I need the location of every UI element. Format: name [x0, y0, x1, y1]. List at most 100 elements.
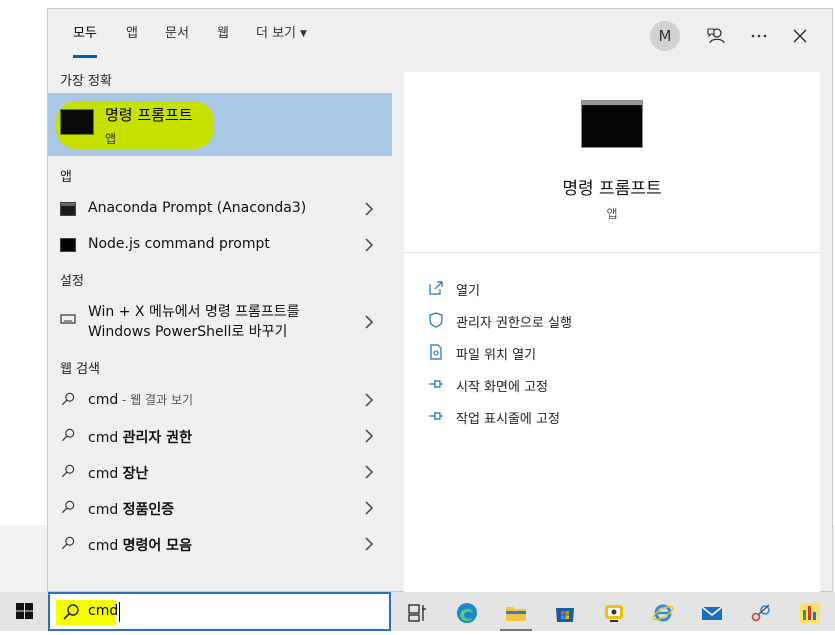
tab-apps[interactable]: 앱	[126, 23, 138, 49]
edge-button[interactable]	[445, 595, 489, 628]
tab-more-label: 더 보기	[256, 26, 297, 41]
task-view-button[interactable]	[396, 595, 440, 628]
feedback-icon[interactable]	[703, 23, 729, 49]
chevron-down-icon: ▼	[300, 29, 307, 39]
search-input[interactable]: cmd	[88, 603, 118, 619]
search-icon	[61, 428, 75, 442]
tab-documents[interactable]: 문서	[165, 23, 189, 49]
mail-button[interactable]	[690, 595, 734, 628]
command-prompt-icon	[581, 100, 643, 148]
mail-icon	[701, 606, 723, 620]
web-query: cmd	[88, 466, 123, 482]
chevron-right-icon[interactable]	[364, 315, 374, 329]
edge-icon	[457, 603, 477, 623]
task-view-icon	[408, 604, 426, 622]
action-open-file-location[interactable]: 파일 위치 열기	[428, 341, 728, 363]
tab-web[interactable]: 웹	[217, 23, 229, 49]
detail-app-name: 명령 프롬프트	[562, 179, 662, 199]
action-pin-to-taskbar[interactable]: 작업 표시줄에 고정	[428, 405, 728, 427]
search-icon	[61, 392, 75, 406]
web-result[interactable]: cmd - 웹 결과 보기	[48, 383, 392, 417]
web-query: cmd	[88, 538, 123, 554]
web-result-label: cmd 장난	[88, 463, 148, 483]
web-query-suggestion: 명령어 모음	[122, 538, 192, 554]
internet-explorer-button[interactable]	[641, 595, 685, 628]
start-search-panel: 모두 앱 문서 웹 더 보기 ▼ M 가장 정확 명령 프롬프트 앱 앱 Anac…	[47, 8, 833, 593]
web-result[interactable]: cmd 관리자 권한	[48, 419, 392, 453]
action-run-as-admin[interactable]: 관리자 권한으로 실행	[428, 309, 728, 331]
settings-result-line2: Windows PowerShell로 바꾸기	[88, 324, 288, 340]
best-match-subtitle: 앱	[105, 132, 117, 146]
section-settings: 설정	[60, 274, 84, 289]
chevron-right-icon[interactable]	[364, 393, 374, 407]
store-button[interactable]	[543, 595, 587, 628]
close-icon[interactable]	[787, 23, 813, 49]
web-result[interactable]: cmd 장난	[48, 455, 392, 489]
chart-app-icon	[800, 603, 820, 623]
file-location-icon	[430, 344, 442, 360]
search-icon	[61, 536, 75, 550]
chevron-right-icon[interactable]	[364, 429, 374, 443]
action-pin-to-start-label: 시작 화면에 고정	[456, 380, 548, 395]
search-icon	[61, 464, 75, 478]
search-results: 가장 정확 명령 프롬프트 앱 앱 Anaconda Prompt (Anaco…	[48, 65, 392, 593]
command-prompt-icon	[60, 109, 94, 135]
action-open-file-location-label: 파일 위치 열기	[456, 348, 537, 363]
taskbar: cmd	[0, 592, 835, 631]
app-result-anaconda[interactable]: Anaconda Prompt (Anaconda3)	[48, 192, 392, 226]
section-best-match: 가장 정확	[60, 74, 112, 89]
chevron-right-icon[interactable]	[364, 537, 374, 551]
chevron-right-icon[interactable]	[364, 238, 374, 252]
text-caret	[119, 602, 120, 622]
web-result[interactable]: cmd 명령어 모음	[48, 527, 392, 561]
store-icon	[556, 608, 574, 622]
settings-result[interactable]: Win + X 메뉴에서 명령 프롬프트를 Windows PowerShell…	[48, 297, 392, 345]
action-run-as-admin-label: 관리자 권한으로 실행	[456, 316, 572, 331]
tab-bar: 모두 앱 문서 웹 더 보기 ▼ M	[48, 9, 832, 65]
action-pin-to-taskbar-label: 작업 표시줄에 고정	[456, 412, 560, 427]
tab-more[interactable]: 더 보기 ▼	[256, 23, 307, 49]
desktop-background	[0, 525, 48, 592]
web-query-suggestion: 장난	[122, 466, 149, 482]
settings-result-label: Win + X 메뉴에서 명령 프롬프트를 Windows PowerShell…	[88, 302, 300, 342]
terminal-icon	[60, 238, 76, 252]
file-explorer-button[interactable]	[494, 595, 538, 631]
web-query-suggestion: 관리자 권한	[122, 430, 192, 446]
pin-icon	[429, 412, 443, 420]
web-result-label: cmd 명령어 모음	[88, 535, 192, 555]
best-match-item[interactable]: 명령 프롬프트 앱	[48, 93, 392, 156]
shield-icon	[429, 312, 443, 328]
start-button[interactable]	[0, 592, 48, 631]
search-icon	[63, 604, 79, 620]
search-icon	[61, 500, 75, 514]
action-open-label: 열기	[456, 284, 480, 299]
web-query-suffix: - 웹 결과 보기	[118, 393, 194, 407]
web-result[interactable]: cmd 정품인증	[48, 491, 392, 525]
settings-display-icon	[60, 314, 76, 324]
app-icon	[605, 605, 623, 622]
best-match-title: 명령 프롬프트	[105, 106, 193, 124]
snipping-tool-button[interactable]	[739, 595, 783, 628]
app-button[interactable]	[592, 595, 636, 628]
taskbar-search-box[interactable]: cmd	[48, 592, 391, 631]
chevron-right-icon[interactable]	[364, 202, 374, 216]
folder-icon	[506, 607, 526, 621]
action-open[interactable]: 열기	[428, 277, 728, 299]
app-result-label: Anaconda Prompt (Anaconda3)	[88, 200, 307, 216]
more-options-icon[interactable]	[746, 23, 772, 49]
chevron-right-icon[interactable]	[364, 465, 374, 479]
section-apps: 앱	[60, 170, 72, 185]
tab-all[interactable]: 모두	[73, 23, 97, 58]
web-result-label: cmd 관리자 권한	[88, 427, 192, 447]
web-result-label: cmd 정품인증	[88, 499, 174, 519]
avatar[interactable]: M	[650, 21, 680, 51]
open-icon	[429, 281, 443, 295]
web-query: cmd	[88, 392, 119, 408]
chevron-right-icon[interactable]	[364, 501, 374, 515]
windows-logo-icon	[16, 603, 33, 619]
app-result-nodejs[interactable]: Node.js command prompt	[48, 228, 392, 262]
chart-app-button[interactable]	[788, 595, 832, 628]
web-query: cmd	[88, 502, 123, 518]
pin-icon	[429, 380, 443, 388]
action-pin-to-start[interactable]: 시작 화면에 고정	[428, 373, 728, 395]
